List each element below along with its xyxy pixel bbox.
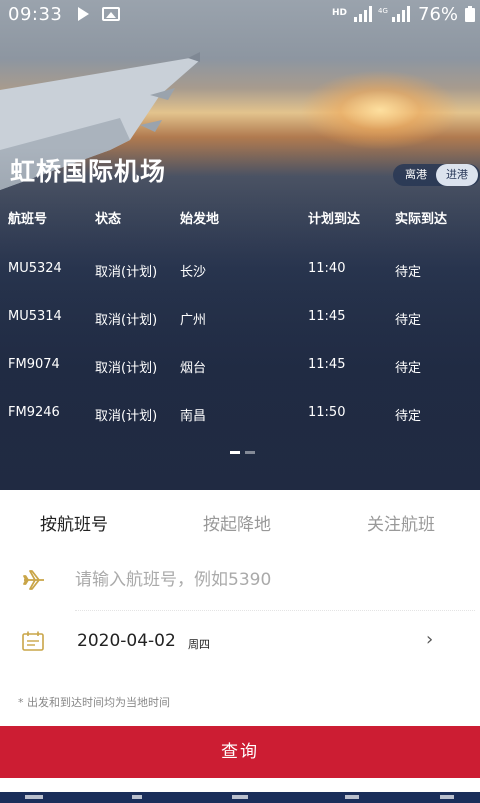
gallery-icon: [102, 7, 120, 21]
flight-status: 取消(计划): [95, 265, 158, 280]
search-tabs: 按航班号 按起降地 关注航班: [0, 490, 480, 550]
nav-item-icon[interactable]: [345, 795, 359, 799]
header-actual-arrival: 实际到达: [395, 212, 448, 227]
flight-status: 取消(计划): [95, 361, 158, 376]
status-time: 09:33: [8, 4, 63, 25]
header-status: 状态: [95, 212, 122, 227]
status-bar: 09:33 HD 4G 76%: [0, 0, 480, 28]
nav-item-icon[interactable]: [132, 795, 142, 799]
flight-number: MU5314: [8, 309, 62, 324]
airport-title: 虹桥国际机场: [10, 157, 167, 186]
tab-followed-flights[interactable]: 关注航班: [367, 510, 435, 535]
selected-date: 2020-04-02: [77, 631, 176, 651]
flight-number: FM9074: [8, 357, 60, 372]
flight-actual: 待定: [395, 409, 422, 424]
flight-status: 取消(计划): [95, 313, 158, 328]
pager-dot-active[interactable]: [230, 451, 240, 454]
nav-item-icon[interactable]: [440, 795, 454, 799]
divider: [75, 610, 475, 611]
play-icon: [78, 7, 89, 21]
flight-actual: 待定: [395, 361, 422, 376]
search-panel: 按航班号 按起降地 关注航班 2020-04-02 周四 › * 出发和到达时间…: [0, 490, 480, 726]
flight-origin: 烟台: [180, 361, 207, 376]
departure-arrival-toggle[interactable]: 离港 进港: [393, 164, 480, 186]
signal-4g-icon: 4G: [378, 6, 410, 22]
flight-row[interactable]: MU5314 取消(计划) 广州 11:45 待定: [0, 309, 480, 329]
selected-weekday: 周四: [188, 638, 210, 651]
flight-number: FM9246: [8, 405, 60, 420]
svg-text:4G: 4G: [378, 7, 388, 15]
calendar-icon: [22, 631, 44, 651]
hd-label: HD: [332, 8, 348, 18]
header-flight-number: 航班号: [8, 212, 48, 227]
date-picker-row[interactable]: 2020-04-02 周四 ›: [0, 612, 480, 672]
flight-scheduled: 11:50: [308, 405, 346, 420]
local-time-note: * 出发和到达时间均为当地时间: [18, 696, 170, 709]
tab-by-flight-number[interactable]: 按航班号: [40, 510, 108, 535]
nav-item-icon[interactable]: [232, 795, 248, 799]
battery-percent: 76%: [418, 4, 459, 25]
flight-actual: 待定: [395, 313, 422, 328]
battery-icon: [465, 6, 475, 22]
toggle-arrival[interactable]: 进港: [436, 164, 478, 186]
nav-item-icon[interactable]: [25, 795, 43, 799]
flight-number: MU5324: [8, 261, 62, 276]
flight-number-input[interactable]: [75, 564, 455, 596]
toggle-departure[interactable]: 离港: [395, 164, 437, 186]
flight-row[interactable]: FM9074 取消(计划) 烟台 11:45 待定: [0, 357, 480, 377]
flight-table-header: 航班号 状态 始发地 计划到达 实际到达: [0, 208, 480, 228]
chevron-right-icon: ›: [426, 629, 434, 650]
flight-row[interactable]: MU5324 取消(计划) 长沙 11:40 待定: [0, 261, 480, 281]
flight-origin: 广州: [180, 313, 207, 328]
flight-scheduled: 11:40: [308, 261, 346, 276]
airplane-icon: [23, 570, 44, 590]
flight-number-row: [0, 550, 480, 610]
signal-icon: [354, 6, 372, 22]
flight-actual: 待定: [395, 265, 422, 280]
tab-by-route[interactable]: 按起降地: [203, 510, 271, 535]
header-origin: 始发地: [180, 212, 220, 227]
bottom-nav-strip: [0, 778, 480, 803]
flight-scheduled: 11:45: [308, 357, 346, 372]
flight-origin: 南昌: [180, 409, 207, 424]
pager-dot[interactable]: [245, 451, 255, 454]
flight-row[interactable]: FM9246 取消(计划) 南昌 11:50 待定: [0, 405, 480, 425]
query-button[interactable]: 查询: [0, 726, 480, 778]
flight-scheduled: 11:45: [308, 309, 346, 324]
flight-status: 取消(计划): [95, 409, 158, 424]
hero-banner: 09:33 HD 4G 76% 虹桥国际机场 离港 进港 航班号 状态 始发地 …: [0, 0, 480, 490]
flight-origin: 长沙: [180, 265, 207, 280]
header-scheduled-arrival: 计划到达: [308, 212, 361, 227]
